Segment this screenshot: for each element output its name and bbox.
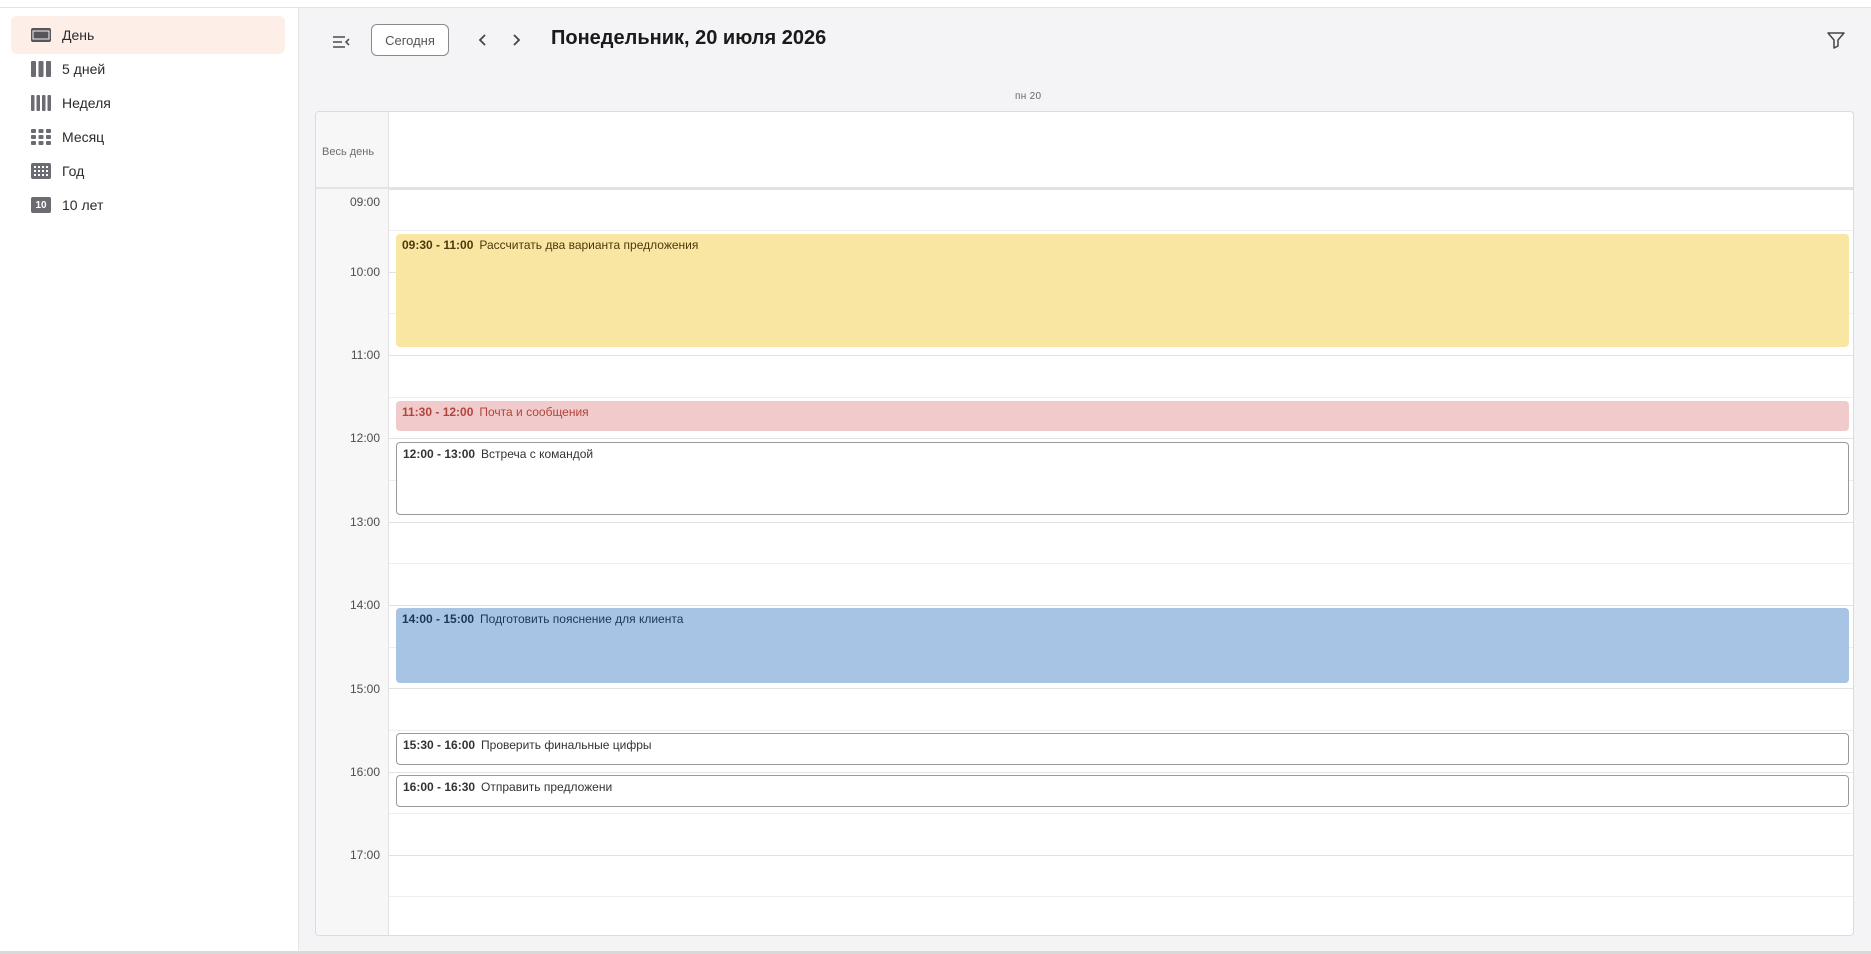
sidebar-item-label: День xyxy=(62,27,95,43)
half-hour-line xyxy=(389,563,1853,564)
event-time: 14:00 - 15:00 xyxy=(402,612,475,626)
year-view-icon xyxy=(31,162,51,180)
browser-bookmarks-strip xyxy=(0,0,1871,8)
next-day-button[interactable] xyxy=(506,30,526,50)
half-hour-line xyxy=(389,730,1853,731)
hour-label: 13:00 xyxy=(349,515,380,529)
page-title: Понедельник, 20 июля 2026 xyxy=(551,27,827,49)
day-view-icon xyxy=(31,26,51,44)
chevron-right-icon xyxy=(513,34,521,46)
sidebar-item-label: 5 дней xyxy=(62,61,106,77)
sidebar-item-label: Неделя xyxy=(62,95,111,111)
hour-label: 16:00 xyxy=(349,765,380,779)
view-sidebar: День 5 дней Неделя Месяц Год 10 10 лет xyxy=(0,8,299,954)
half-hour-line xyxy=(389,230,1853,231)
all-day-label: Весь день xyxy=(322,146,375,158)
month-view-icon xyxy=(31,128,51,146)
hour-label: 10:00 xyxy=(349,265,380,279)
event-time: 15:30 - 16:00 xyxy=(403,738,476,752)
hour-line xyxy=(389,189,1853,190)
sidebar-item-decade[interactable]: 10 10 лет xyxy=(11,186,285,224)
half-hour-line xyxy=(389,397,1853,398)
calendar-event[interactable]: 16:00 - 16:30 Отправить предложени xyxy=(396,775,1849,807)
event-time: 12:00 - 13:00 xyxy=(403,447,476,461)
event-title: Отправить предложени xyxy=(481,780,613,794)
sidebar-item-label: Месяц xyxy=(62,129,105,145)
sidebar-item-label: Год xyxy=(62,163,85,179)
calendar-event[interactable]: 11:30 - 12:00 Почта и сообщения xyxy=(396,401,1849,431)
hour-label: 17:00 xyxy=(349,848,380,862)
day-column-header: пн 20 xyxy=(1015,91,1042,102)
half-hour-line xyxy=(389,813,1853,814)
previous-day-button[interactable] xyxy=(473,30,493,50)
hour-label: 11:00 xyxy=(350,348,380,362)
hour-label: 09:00 xyxy=(349,195,380,209)
calendar-event[interactable]: 09:30 - 11:00 Рассчитать два варианта пре… xyxy=(396,234,1849,347)
sidebar-item-day[interactable]: День xyxy=(11,16,285,54)
five-days-view-icon xyxy=(31,60,51,78)
week-view-icon xyxy=(31,94,51,112)
day-grid: Весь день 09:00 10:00 11:00 12:00 13:00 … xyxy=(315,111,1854,936)
sidebar-item-week[interactable]: Неделя xyxy=(11,84,285,122)
hour-line xyxy=(389,855,1853,856)
filter-button[interactable] xyxy=(1825,29,1847,51)
calendar-event[interactable]: 15:30 - 16:00 Проверить финальные цифры xyxy=(396,733,1849,765)
sidebar-item-label: 10 лет xyxy=(62,197,104,213)
half-hour-line xyxy=(389,896,1853,897)
event-title: Проверить финальные цифры xyxy=(481,738,652,752)
sidebar-toggle-button[interactable] xyxy=(329,30,353,54)
calendar-event[interactable]: 14:00 - 15:00 Подготовить пояснение для к… xyxy=(396,608,1849,683)
event-time: 16:00 - 16:30 xyxy=(403,780,476,794)
event-time: 11:30 - 12:00 xyxy=(402,405,474,419)
menu-collapse-icon xyxy=(333,36,350,48)
decade-view-icon: 10 xyxy=(31,196,51,214)
hour-label: 12:00 xyxy=(349,431,380,445)
hour-line xyxy=(389,522,1853,523)
hour-line xyxy=(389,355,1853,356)
hour-line xyxy=(389,438,1853,439)
hour-line xyxy=(389,688,1853,689)
today-button[interactable]: Сегодня xyxy=(371,24,449,56)
decade-icon-text: 10 xyxy=(31,197,51,213)
sidebar-item-month[interactable]: Месяц xyxy=(11,118,285,156)
hour-line xyxy=(389,605,1853,606)
calendar-event[interactable]: 12:00 - 13:00 Встреча с командой xyxy=(396,442,1849,515)
event-title: Рассчитать два варианта предложения xyxy=(479,238,699,252)
hour-line xyxy=(389,772,1853,773)
event-title: Почта и сообщения xyxy=(479,405,589,419)
hour-label: 14:00 xyxy=(349,598,380,612)
chevron-left-icon xyxy=(478,34,486,46)
sidebar-item-five-days[interactable]: 5 дней xyxy=(11,50,285,88)
sidebar-item-year[interactable]: Год xyxy=(11,152,285,190)
event-title: Встреча с командой xyxy=(481,447,594,461)
event-title: Подготовить пояснение для клиента xyxy=(480,612,684,626)
hour-label: 15:00 xyxy=(349,682,380,696)
filter-icon xyxy=(1827,32,1845,49)
event-time: 09:30 - 11:00 xyxy=(402,238,474,252)
calendar-main: Сегодня Понедельник, 20 июля 2026 пн 20 … xyxy=(299,8,1871,954)
